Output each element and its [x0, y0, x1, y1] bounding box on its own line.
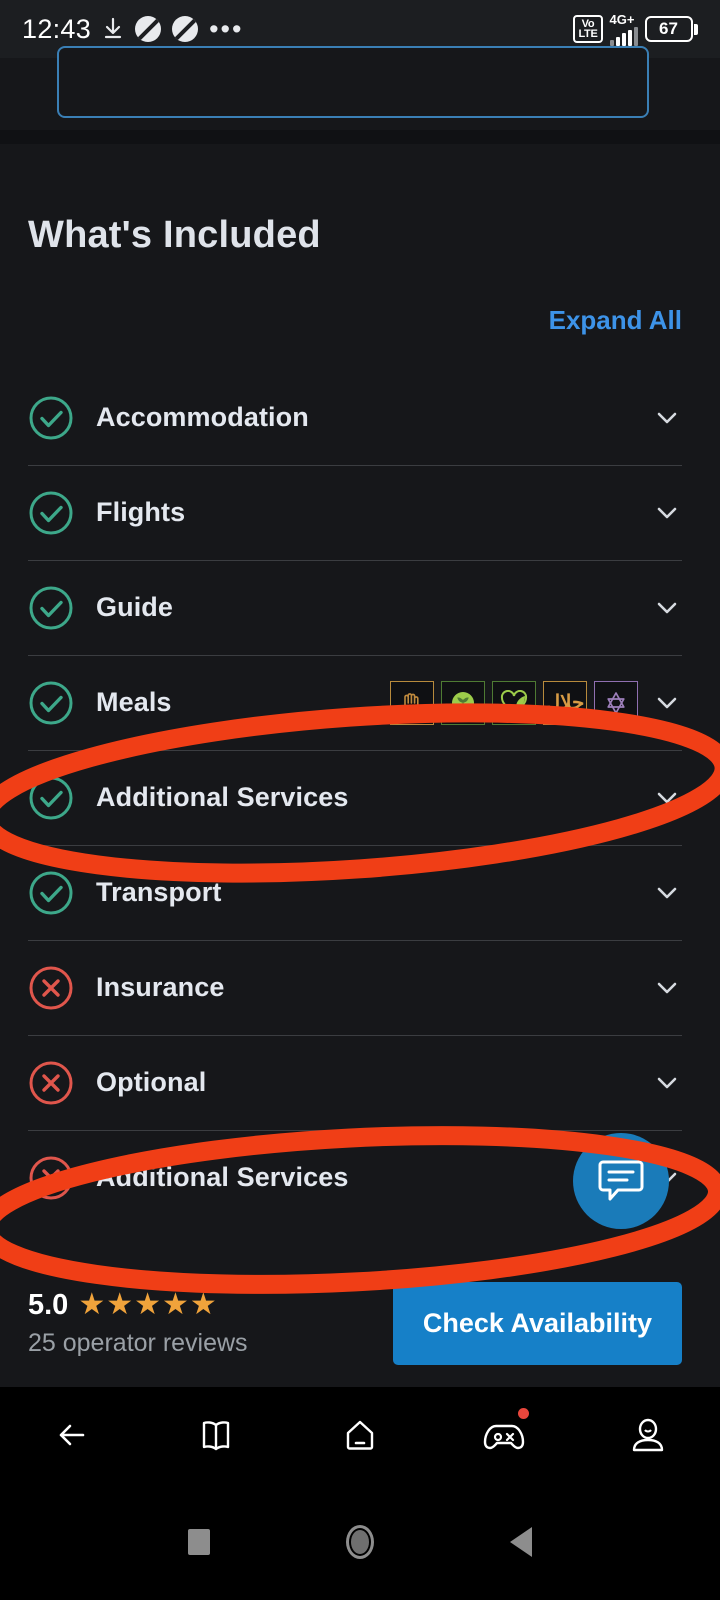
phone-screen: 12:43 ••• Vo LTE 4G+ 67 What's Included …: [0, 0, 720, 1600]
list-item-label: Accommodation: [96, 402, 309, 432]
list-item-label: Guide: [96, 592, 174, 622]
chat-bubble-icon[interactable]: [573, 1133, 669, 1229]
home-circle-icon[interactable]: [346, 1524, 374, 1559]
top-partial-card: [0, 46, 720, 130]
book-icon[interactable]: [185, 1404, 247, 1466]
chevron-down-icon[interactable]: [652, 688, 682, 718]
hand-icon[interactable]: [390, 680, 434, 725]
x-circle-icon: [28, 1155, 74, 1201]
booking-bottom-bar: 5.0 ★★★★★ 25 operator reviews Check Avai…: [0, 1259, 720, 1387]
card-separator: [0, 130, 720, 144]
leaf-circle-icon[interactable]: [441, 680, 485, 725]
halal-icon[interactable]: حلال: [543, 680, 587, 725]
list-item-label: Meals: [96, 687, 172, 717]
x-circle-icon: [28, 965, 74, 1011]
list-item-label: Flights: [96, 497, 186, 527]
list-item[interactable]: Guide: [0, 560, 720, 655]
app-bottom-navigation: [0, 1387, 720, 1483]
profile-icon[interactable]: [617, 1404, 679, 1466]
battery-percent-label: 67: [659, 19, 678, 38]
check-availability-button[interactable]: Check Availability: [392, 1281, 682, 1365]
diet-badge-group: حلال KOSHER: [390, 680, 638, 725]
list-item[interactable]: Accommodation: [0, 370, 720, 465]
signal-bars-icon: [609, 26, 638, 46]
list-item-label: Additional Services: [96, 782, 349, 812]
chevron-down-icon[interactable]: [652, 593, 682, 623]
kosher-star-icon[interactable]: KOSHER: [594, 680, 638, 725]
chevron-down-icon[interactable]: [652, 1068, 682, 1098]
text-input-field[interactable]: [57, 46, 649, 118]
check-circle-icon: [28, 775, 74, 821]
notification-badge-dot: [518, 1408, 529, 1419]
list-item[interactable]: Additional Services: [0, 750, 720, 845]
chevron-down-icon[interactable]: [652, 783, 682, 813]
status-bar-clock: 12:43: [22, 13, 92, 44]
list-item[interactable]: Transport: [0, 845, 720, 940]
signal-indicator: 4G+: [609, 11, 638, 46]
rating-block: 5.0 ★★★★★ 25 operator reviews: [28, 1289, 248, 1358]
check-circle-icon: [28, 490, 74, 536]
home-icon[interactable]: [329, 1404, 391, 1466]
chevron-down-icon[interactable]: [652, 878, 682, 908]
chevron-down-icon[interactable]: [652, 973, 682, 1003]
volte-icon: Vo LTE: [573, 15, 603, 43]
circle-slash-icon: [172, 16, 199, 42]
list-item[interactable]: Insurance: [0, 940, 720, 1035]
download-icon: [102, 17, 124, 41]
rating-value: 5.0: [28, 1288, 69, 1321]
list-item-label: Optional: [96, 1067, 207, 1097]
whats-included-section: What's Included Expand All Accommodation: [0, 144, 720, 1225]
chevron-down-icon[interactable]: [652, 403, 682, 433]
game-controller-icon[interactable]: [473, 1404, 535, 1466]
expand-all-row: Expand All: [0, 257, 720, 336]
list-item-label: Transport: [96, 877, 222, 907]
check-circle-icon: [28, 585, 74, 631]
list-item[interactable]: Optional: [0, 1035, 720, 1130]
review-count-label: 25 operator reviews: [28, 1328, 248, 1357]
android-system-navigation: [0, 1483, 720, 1600]
expand-all-button[interactable]: Expand All: [549, 305, 682, 336]
check-circle-icon: [28, 395, 74, 441]
page-title: What's Included: [28, 214, 321, 256]
list-item-label: Insurance: [96, 972, 225, 1002]
check-circle-icon: [28, 870, 74, 916]
battery-indicator: 67: [644, 16, 698, 42]
chevron-down-icon[interactable]: [652, 498, 682, 528]
kosher-label: KOSHER: [600, 717, 632, 725]
check-circle-icon: [28, 680, 74, 726]
included-items-list: Accommodation Flights Guide Meals حلال K…: [0, 370, 720, 1225]
recents-square-icon[interactable]: [188, 1528, 210, 1555]
circle-slash-icon: [135, 16, 162, 42]
back-arrow-icon[interactable]: [41, 1404, 103, 1466]
ellipsis-icon: •••: [209, 14, 244, 44]
list-item[interactable]: Flights: [0, 465, 720, 560]
star-rating-icon: ★★★★★: [78, 1288, 218, 1321]
network-type-label: 4G+: [609, 11, 635, 27]
list-item-label: Additional Services: [96, 1162, 349, 1192]
x-circle-icon: [28, 1060, 74, 1106]
back-triangle-icon[interactable]: [510, 1526, 532, 1557]
heart-leaf-icon[interactable]: [492, 680, 536, 725]
list-item[interactable]: Meals حلال KOSHER: [0, 655, 720, 750]
